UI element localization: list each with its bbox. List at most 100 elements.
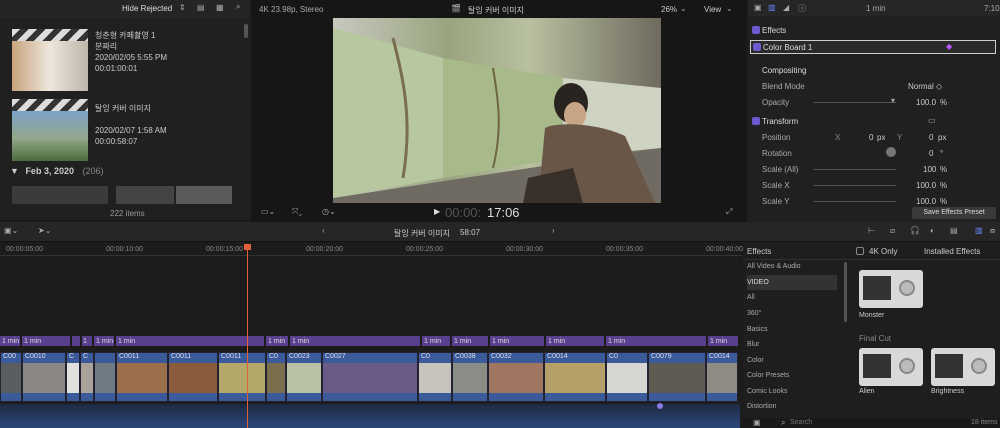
category-item[interactable]: VIDEO <box>747 275 837 290</box>
rotation-dial-icon[interactable] <box>886 147 896 157</box>
chevron-down-icon[interactable]: ⌄ <box>680 4 687 13</box>
browser-clip-2[interactable]: 탈잉 커버 이미지 2020/02/07 1:58 AM 00:00:58:07 <box>10 95 245 165</box>
snapping-icon[interactable]: ⧄ <box>890 226 895 236</box>
effects-section[interactable]: Effects <box>748 22 1000 38</box>
search-icon[interactable]: ⌕ <box>236 2 240 12</box>
timeline-clip[interactable]: C00 <box>0 352 22 402</box>
effect-monster[interactable] <box>859 270 923 308</box>
clip-label[interactable]: 1 min <box>708 336 738 346</box>
category-item[interactable]: Distortion <box>747 399 837 414</box>
clip-label[interactable]: 1 min <box>452 336 488 346</box>
speed-icon[interactable]: ◷⌄ <box>322 207 336 216</box>
clip-label[interactable]: 1 min <box>0 336 20 346</box>
timeline-clip[interactable]: C0 <box>606 352 648 402</box>
category-item[interactable]: Comic Looks <box>747 384 837 399</box>
clip-label[interactable]: 1 min <box>116 336 264 346</box>
clip-thumbnail[interactable] <box>116 186 174 204</box>
effects-checkbox[interactable] <box>752 26 760 34</box>
clip-appearance-icon[interactable]: ▣⌄ <box>4 226 18 235</box>
effects-browser-icon[interactable]: ▥ <box>975 226 983 235</box>
play-icon[interactable]: ▶ <box>434 207 440 216</box>
timeline-clip[interactable]: C0011 <box>218 352 266 402</box>
chevron-down-icon[interactable]: ⌄ <box>726 4 733 13</box>
select-tool-icon[interactable]: ➤⌄ <box>38 226 51 235</box>
effect-alien[interactable] <box>859 348 923 386</box>
date-section-header[interactable]: ▼ Feb 3, 2020 (206) <box>10 166 104 176</box>
zoom-tool-icon[interactable]: ⊢ <box>868 226 875 235</box>
clip-thumbnail[interactable] <box>12 186 108 204</box>
effects-search-input[interactable]: Search <box>790 419 812 426</box>
clip-label[interactable]: 1 min <box>546 336 604 346</box>
category-item[interactable]: All <box>747 290 837 305</box>
opacity-value[interactable]: 100.0 <box>916 98 936 107</box>
transitions-browser-icon[interactable]: ⧈ <box>990 226 995 236</box>
onscreen-control-icon[interactable]: ▭ <box>928 116 936 125</box>
zoom-dropdown[interactable]: 26% <box>661 5 677 14</box>
transform-section[interactable]: Transform ▭ <box>748 113 1000 129</box>
category-item[interactable]: Color Presets <box>747 368 837 383</box>
clip-label[interactable]: 1 min <box>94 336 114 346</box>
scale-y-value[interactable]: 100.0 <box>916 197 936 206</box>
timeline-ruler[interactable]: 00:00:05:00 00:00:10:00 00:00:15:00 00:0… <box>0 242 743 256</box>
category-item[interactable]: Basics <box>747 322 837 337</box>
timeline-clip[interactable] <box>94 352 116 402</box>
clip-label[interactable] <box>72 336 80 346</box>
timeline-clip[interactable]: C0 <box>418 352 452 402</box>
color-board-checkbox[interactable] <box>753 43 761 51</box>
compositing-header[interactable]: Compositing <box>748 62 1000 78</box>
slider-knob-icon[interactable]: ▾ <box>891 96 895 105</box>
color-board-row[interactable]: Color Board 1 ◆ <box>750 40 996 54</box>
timeline-clip[interactable]: C <box>80 352 94 402</box>
category-item[interactable]: Blur <box>747 337 837 352</box>
clip-thumbnail[interactable] <box>176 186 232 204</box>
scale-x-value[interactable]: 100.0 <box>916 181 936 190</box>
position-x-value[interactable]: 0 <box>869 133 873 142</box>
timeline-clip[interactable]: C0032 <box>488 352 544 402</box>
back-arrow-icon[interactable]: ‹ <box>322 226 325 235</box>
clip-label[interactable]: 1 min <box>22 336 70 346</box>
position-y-value[interactable]: 0 <box>929 133 933 142</box>
audio-waveform[interactable] <box>0 404 740 428</box>
timeline-clip[interactable]: C0011 <box>168 352 218 402</box>
view-menu[interactable]: View <box>704 5 721 14</box>
category-item[interactable]: Color <box>747 353 837 368</box>
category-item[interactable]: All Video & Audio <box>747 259 837 274</box>
timeline-clip[interactable]: C0027 <box>322 352 418 402</box>
timeline-clip[interactable]: C0038 <box>452 352 488 402</box>
clip-label[interactable]: 1 min <box>422 336 450 346</box>
clip-label[interactable]: 1 min <box>490 336 544 346</box>
clip-label[interactable]: 1 <box>82 336 92 346</box>
list-view-icon[interactable]: ▤ <box>197 3 205 12</box>
clip-label[interactable]: 1 min <box>290 336 420 346</box>
video-inspector-icon[interactable]: ▣ <box>754 3 762 12</box>
filmstrip-icon[interactable]: ▦ <box>216 3 224 12</box>
clip-label[interactable]: 1 min <box>606 336 706 346</box>
timeline-clip[interactable]: C0 <box>266 352 286 402</box>
installed-effects-dropdown[interactable]: Installed Effects <box>924 247 980 256</box>
color-inspector-icon[interactable]: ◢ <box>783 3 789 12</box>
playhead[interactable] <box>247 244 248 428</box>
rotation-value[interactable]: 0 <box>929 149 933 158</box>
timeline-clip[interactable]: C <box>66 352 80 402</box>
clip-label[interactable]: 1 min <box>266 336 288 346</box>
effect-brightness[interactable] <box>931 348 995 386</box>
blend-mode-dropdown[interactable]: Normal ◇ <box>908 82 942 91</box>
category-scrollbar[interactable] <box>844 262 847 322</box>
timeline-clip[interactable]: C0011 <box>116 352 168 402</box>
4k-only-checkbox[interactable] <box>856 247 864 255</box>
filter-dropdown[interactable]: Hide Rejected <box>122 4 172 13</box>
timeline-clip[interactable]: C0010 <box>22 352 66 402</box>
timeline-clip[interactable]: C0014 <box>706 352 738 402</box>
forward-arrow-icon[interactable]: › <box>552 226 555 235</box>
category-item[interactable]: 360° <box>747 306 837 321</box>
color-board-icon[interactable]: ◆ <box>946 42 952 51</box>
film-inspector-icon[interactable]: ▥ <box>768 3 776 12</box>
opacity-slider[interactable] <box>814 102 896 103</box>
scrollbar[interactable] <box>244 24 248 38</box>
audio-keyframe[interactable] <box>657 403 663 409</box>
transform-checkbox[interactable] <box>752 117 760 125</box>
scale-all-value[interactable]: 100 <box>923 165 936 174</box>
scale-x-slider[interactable] <box>814 185 896 186</box>
timeline-clip[interactable]: C0014 <box>544 352 606 402</box>
transform-tool-icon[interactable]: ⤧⌄ <box>292 207 302 217</box>
